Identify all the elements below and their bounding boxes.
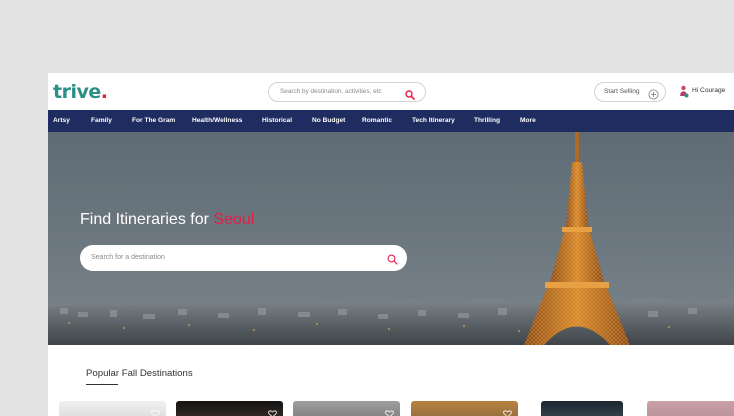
heart-icon[interactable] (385, 405, 394, 416)
destination-search-input[interactable]: Search for a destination (80, 245, 407, 271)
app-page: trive. Search by destination, activities… (48, 73, 734, 416)
top-header: trive. Search by destination, activities… (48, 73, 734, 110)
start-selling-button[interactable]: Start Selling (594, 82, 666, 102)
nav-item-family[interactable]: Family (91, 117, 112, 124)
logo-dot: . (100, 81, 108, 103)
nav-item-tech-itinerary[interactable]: Tech Itinerary (412, 117, 455, 124)
hero-city: Seoul (213, 211, 255, 228)
nav-item-historical[interactable]: Historical (262, 117, 292, 124)
hero-title: Find Itineraries for Seoul (80, 211, 254, 229)
hero-eiffel-tower-image (48, 132, 734, 345)
start-selling-label: Start Selling (604, 88, 640, 95)
heart-icon[interactable] (268, 405, 277, 416)
header-search-placeholder: Search by destination, activities, etc (280, 88, 382, 95)
search-icon[interactable] (387, 252, 398, 270)
destination-card[interactable] (293, 401, 400, 416)
user-greeting: Hi Courage (692, 87, 726, 94)
nav-item-health-wellness[interactable]: Health/Wellness (192, 117, 242, 124)
nav-item-no-budget[interactable]: No Budget (312, 117, 345, 124)
destination-card[interactable] (647, 401, 734, 416)
heart-icon[interactable] (151, 405, 160, 416)
destination-card[interactable] (176, 401, 283, 416)
nav-item-thrilling[interactable]: Thrilling (474, 117, 500, 124)
logo[interactable]: trive. (53, 81, 108, 103)
header-search-input[interactable]: Search by destination, activities, etc (268, 82, 426, 102)
nav-item-artsy[interactable]: Artsy (53, 117, 70, 124)
hero-banner: Find Itineraries for Seoul Search for a … (48, 132, 734, 345)
destination-card[interactable] (59, 401, 166, 416)
user-avatar-icon (679, 85, 689, 98)
heart-icon[interactable] (503, 405, 512, 416)
hero-title-prefix: Find Itineraries for (80, 211, 214, 228)
category-nav: Artsy Family For The Gram Health/Wellnes… (48, 110, 734, 132)
destination-card[interactable] (541, 401, 623, 416)
nav-item-for-the-gram[interactable]: For The Gram (132, 117, 175, 124)
destination-card[interactable] (411, 401, 518, 416)
search-icon[interactable] (405, 87, 415, 105)
logo-text: trive (53, 81, 101, 103)
destination-search-placeholder: Search for a destination (91, 254, 165, 261)
plus-circle-icon (648, 87, 659, 105)
nav-item-more[interactable]: More (520, 117, 536, 124)
section-underline (86, 384, 118, 385)
section-title: Popular Fall Destinations (86, 368, 193, 379)
nav-item-romantic[interactable]: Romantic (362, 117, 392, 124)
